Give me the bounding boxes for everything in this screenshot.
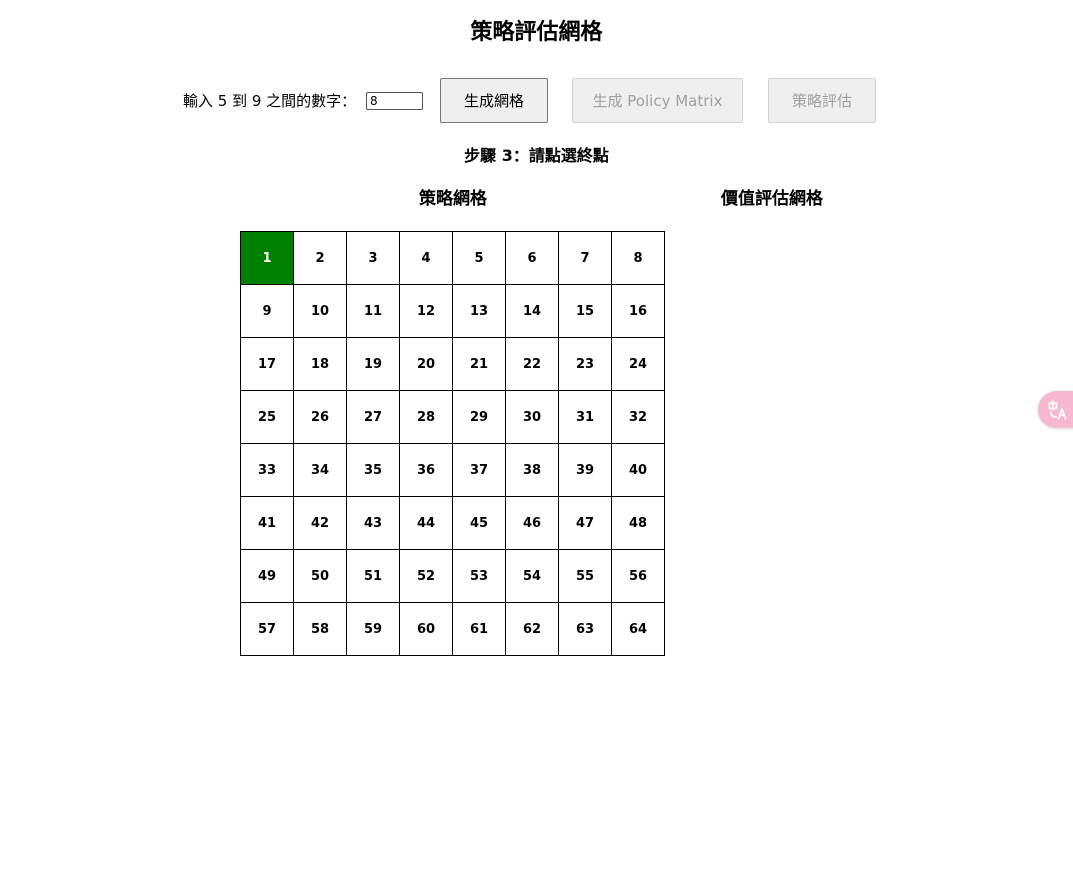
grid-cell[interactable]: 51 (347, 550, 400, 603)
grid-cell[interactable]: 30 (506, 391, 559, 444)
grid-cell[interactable]: 52 (400, 550, 453, 603)
translate-widget[interactable] (1038, 391, 1073, 428)
step-instruction: 步驟 3：請點選終點 (464, 146, 609, 165)
grid-cell[interactable]: 43 (347, 497, 400, 550)
grid-cell[interactable]: 36 (400, 444, 453, 497)
grid-cell[interactable]: 25 (241, 391, 294, 444)
grid-cell[interactable]: 8 (612, 232, 665, 285)
grid-cell[interactable]: 32 (612, 391, 665, 444)
grid-cell[interactable]: 29 (453, 391, 506, 444)
grid-cell[interactable]: 31 (559, 391, 612, 444)
policy-grid-title: 策略網格 (419, 189, 487, 209)
grid-cell[interactable]: 7 (559, 232, 612, 285)
grid-cell[interactable]: 12 (400, 285, 453, 338)
grid-cell[interactable]: 20 (400, 338, 453, 391)
grid-cell[interactable]: 63 (559, 603, 612, 656)
grid-size-input[interactable] (366, 92, 423, 110)
grid-cell[interactable]: 23 (559, 338, 612, 391)
grid-cell[interactable]: 61 (453, 603, 506, 656)
grid-cell[interactable]: 1 (241, 232, 294, 285)
grid-cell[interactable]: 19 (347, 338, 400, 391)
grid-cell[interactable]: 15 (559, 285, 612, 338)
grid-cell[interactable]: 54 (506, 550, 559, 603)
grid-cell[interactable]: 50 (294, 550, 347, 603)
grid-cell[interactable]: 4 (400, 232, 453, 285)
grid-cell[interactable]: 24 (612, 338, 665, 391)
grid-cell[interactable]: 35 (347, 444, 400, 497)
grid-cell[interactable]: 13 (453, 285, 506, 338)
value-grid-title: 價值評估網格 (721, 189, 823, 209)
grid-cell[interactable]: 10 (294, 285, 347, 338)
grid-cell[interactable]: 17 (241, 338, 294, 391)
grid-cell[interactable]: 33 (241, 444, 294, 497)
grid-cell[interactable]: 59 (347, 603, 400, 656)
grid-cell[interactable]: 40 (612, 444, 665, 497)
grid-cell[interactable]: 37 (453, 444, 506, 497)
grid-cell[interactable]: 57 (241, 603, 294, 656)
grid-cell[interactable]: 49 (241, 550, 294, 603)
grid-cell[interactable]: 56 (612, 550, 665, 603)
grid-cell[interactable]: 18 (294, 338, 347, 391)
generate-policy-matrix-button[interactable]: 生成 Policy Matrix (572, 78, 743, 123)
grid-cell[interactable]: 55 (559, 550, 612, 603)
generate-grid-button[interactable]: 生成網格 (440, 78, 548, 123)
grid-cell[interactable]: 27 (347, 391, 400, 444)
grid-cell[interactable]: 46 (506, 497, 559, 550)
grid-cell[interactable]: 53 (453, 550, 506, 603)
grid-cell[interactable]: 26 (294, 391, 347, 444)
grid-cell[interactable]: 60 (400, 603, 453, 656)
page-title: 策略評估網格 (470, 20, 603, 45)
grid-cell[interactable]: 28 (400, 391, 453, 444)
grid-cell[interactable]: 48 (612, 497, 665, 550)
grid-cell[interactable]: 45 (453, 497, 506, 550)
policy-grid: 1 2 3 4 5 6 7 8 9 10 11 12 13 14 15 16 17 18 19 20 21 22 23 24 2… (240, 231, 665, 656)
grid-cell[interactable]: 21 (453, 338, 506, 391)
grid-cell[interactable]: 5 (453, 232, 506, 285)
grid-cell[interactable]: 41 (241, 497, 294, 550)
grid-cell[interactable]: 39 (559, 444, 612, 497)
grid-cell[interactable]: 47 (559, 497, 612, 550)
grid-cell[interactable]: 9 (241, 285, 294, 338)
policy-evaluation-button[interactable]: 策略評估 (768, 78, 876, 123)
grid-cell[interactable]: 11 (347, 285, 400, 338)
grid-cell[interactable]: 62 (506, 603, 559, 656)
grid-cell[interactable]: 16 (612, 285, 665, 338)
grid-cell[interactable]: 34 (294, 444, 347, 497)
grid-cell[interactable]: 14 (506, 285, 559, 338)
grid-cell[interactable]: 44 (400, 497, 453, 550)
grid-cell[interactable]: 38 (506, 444, 559, 497)
grid-cell[interactable]: 64 (612, 603, 665, 656)
controls-bar: 輸入 5 到 9 之間的數字： 生成網格 生成 Policy Matrix 策略… (0, 78, 1073, 123)
grid-cell[interactable]: 6 (506, 232, 559, 285)
grid-cell[interactable]: 22 (506, 338, 559, 391)
grid-cell[interactable]: 3 (347, 232, 400, 285)
translate-icon (1048, 399, 1067, 420)
grid-cell[interactable]: 58 (294, 603, 347, 656)
grid-cell[interactable]: 2 (294, 232, 347, 285)
grid-size-label: 輸入 5 到 9 之間的數字： (183, 92, 357, 110)
grid-cell[interactable]: 42 (294, 497, 347, 550)
